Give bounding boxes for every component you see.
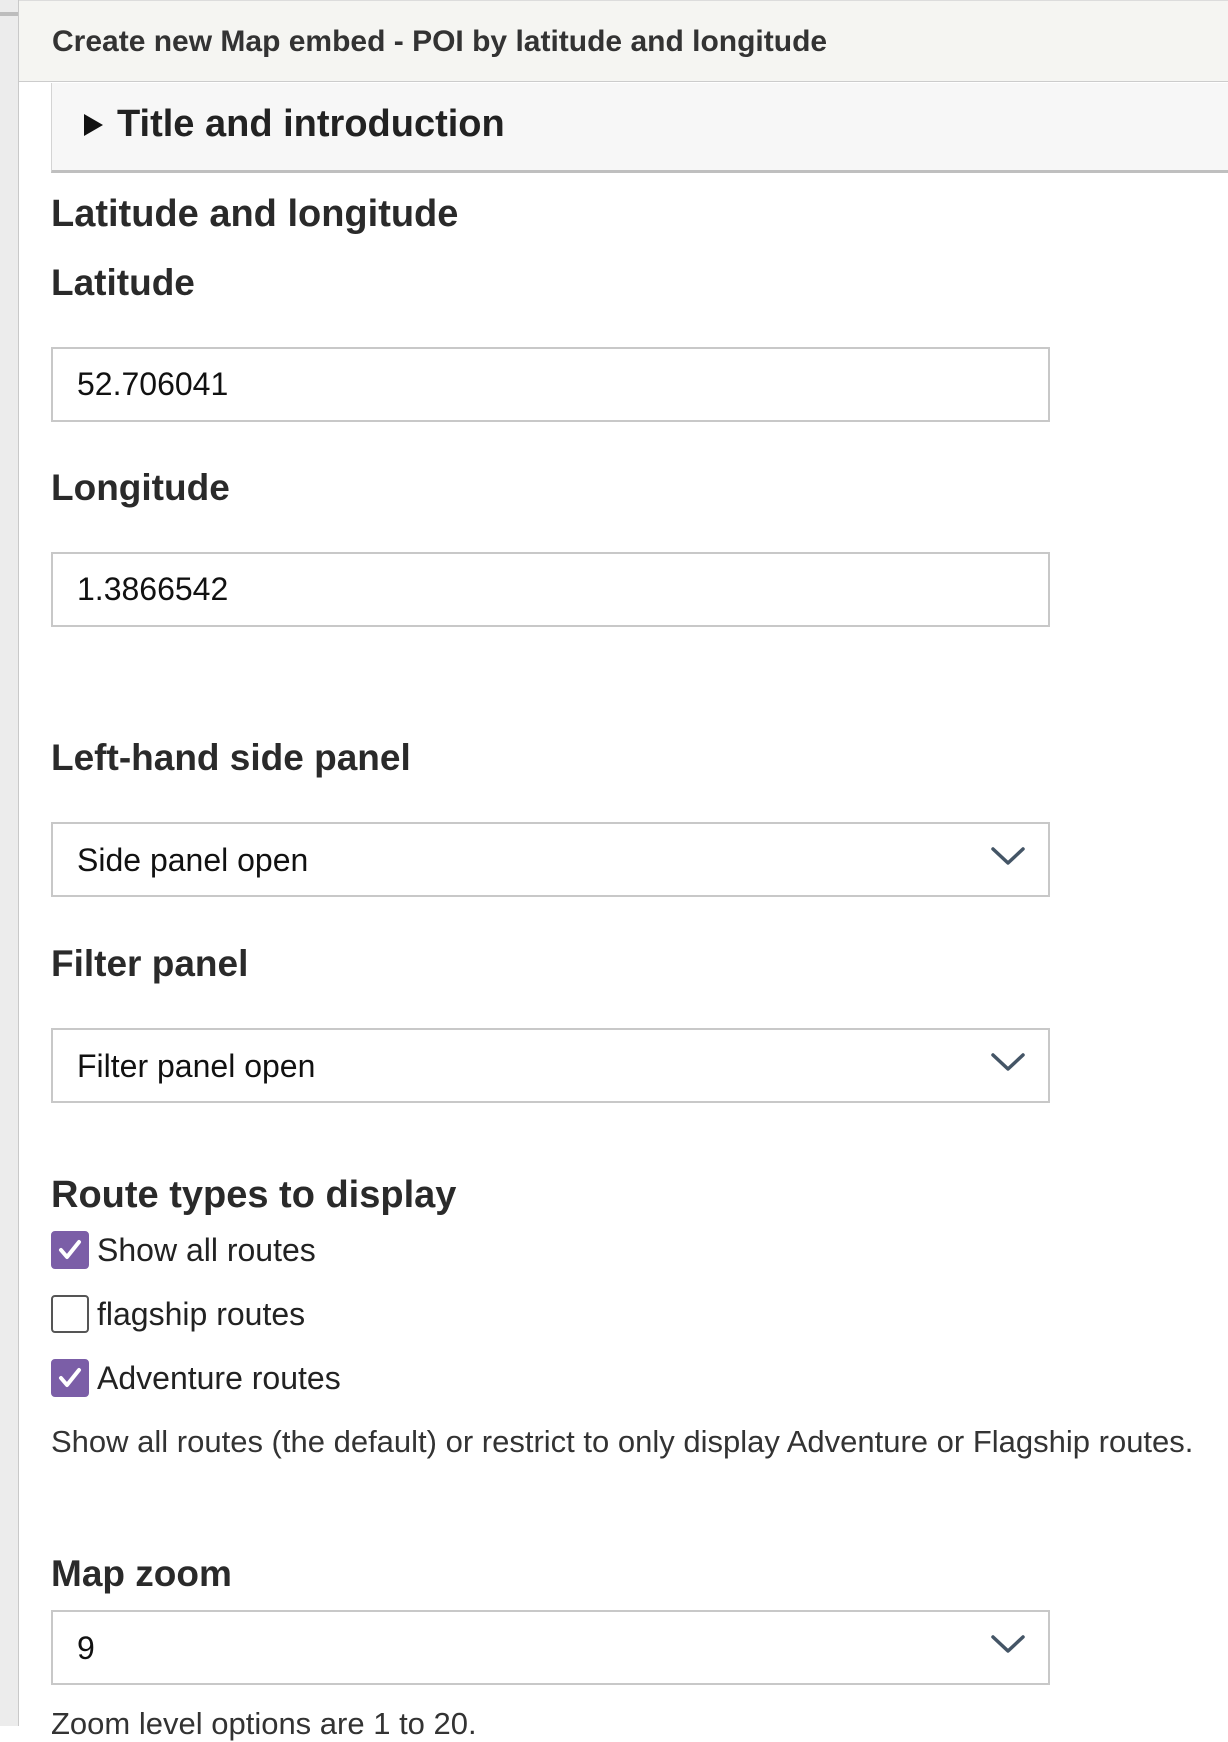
latitude-label: Latitude: [51, 262, 195, 303]
side-panel-label: Left-hand side panel: [51, 737, 411, 778]
map-zoom-help-text: Zoom level options are 1 to 20.: [51, 1706, 477, 1741]
flagship-routes-checkbox[interactable]: [51, 1295, 89, 1333]
filter-panel-selected-value: Filter panel open: [77, 1048, 316, 1084]
flagship-routes-label: flagship routes: [97, 1295, 306, 1332]
adventure-routes-label: Adventure routes: [97, 1359, 341, 1396]
chevron-down-icon: [991, 847, 1025, 865]
longitude-input[interactable]: [51, 552, 1050, 627]
adventure-routes-checkbox[interactable]: [51, 1359, 89, 1397]
latlng-section-heading: Latitude and longitude: [51, 193, 459, 235]
longitude-label: Longitude: [51, 467, 230, 508]
route-types-help-text: Show all routes (the default) or restric…: [51, 1424, 1194, 1459]
details-summary[interactable]: Title and introduction: [84, 103, 505, 146]
show-all-routes-label: Show all routes: [97, 1231, 316, 1268]
checkmark-icon: [59, 1240, 81, 1259]
triangle-right-icon: [84, 113, 103, 136]
route-option-show-all[interactable]: Show all routes: [51, 1231, 316, 1269]
route-option-adventure[interactable]: Adventure routes: [51, 1359, 341, 1397]
details-summary-label: Title and introduction: [117, 103, 505, 145]
route-types-heading: Route types to display: [51, 1174, 457, 1216]
title-introduction-details[interactable]: Title and introduction: [51, 83, 1228, 173]
side-panel-selected-value: Side panel open: [77, 842, 309, 878]
dialog-title: Create new Map embed - POI by latitude a…: [52, 25, 828, 58]
route-option-flagship[interactable]: flagship routes: [51, 1295, 305, 1333]
chevron-down-icon: [991, 1053, 1025, 1071]
rail-marker: [0, 12, 18, 16]
dialog-header: Create new Map embed - POI by latitude a…: [19, 0, 1228, 82]
side-panel-select[interactable]: Side panel open: [51, 822, 1050, 897]
filter-panel-label: Filter panel: [51, 943, 249, 984]
map-zoom-select[interactable]: 9: [51, 1610, 1050, 1685]
show-all-routes-checkbox[interactable]: [51, 1231, 89, 1269]
chevron-down-icon: [991, 1635, 1025, 1653]
latitude-input[interactable]: [51, 347, 1050, 422]
checkmark-icon: [59, 1368, 81, 1387]
left-rail: [0, 0, 19, 1726]
map-zoom-selected-value: 9: [77, 1630, 95, 1666]
map-zoom-label: Map zoom: [51, 1553, 232, 1594]
filter-panel-select[interactable]: Filter panel open: [51, 1028, 1050, 1103]
